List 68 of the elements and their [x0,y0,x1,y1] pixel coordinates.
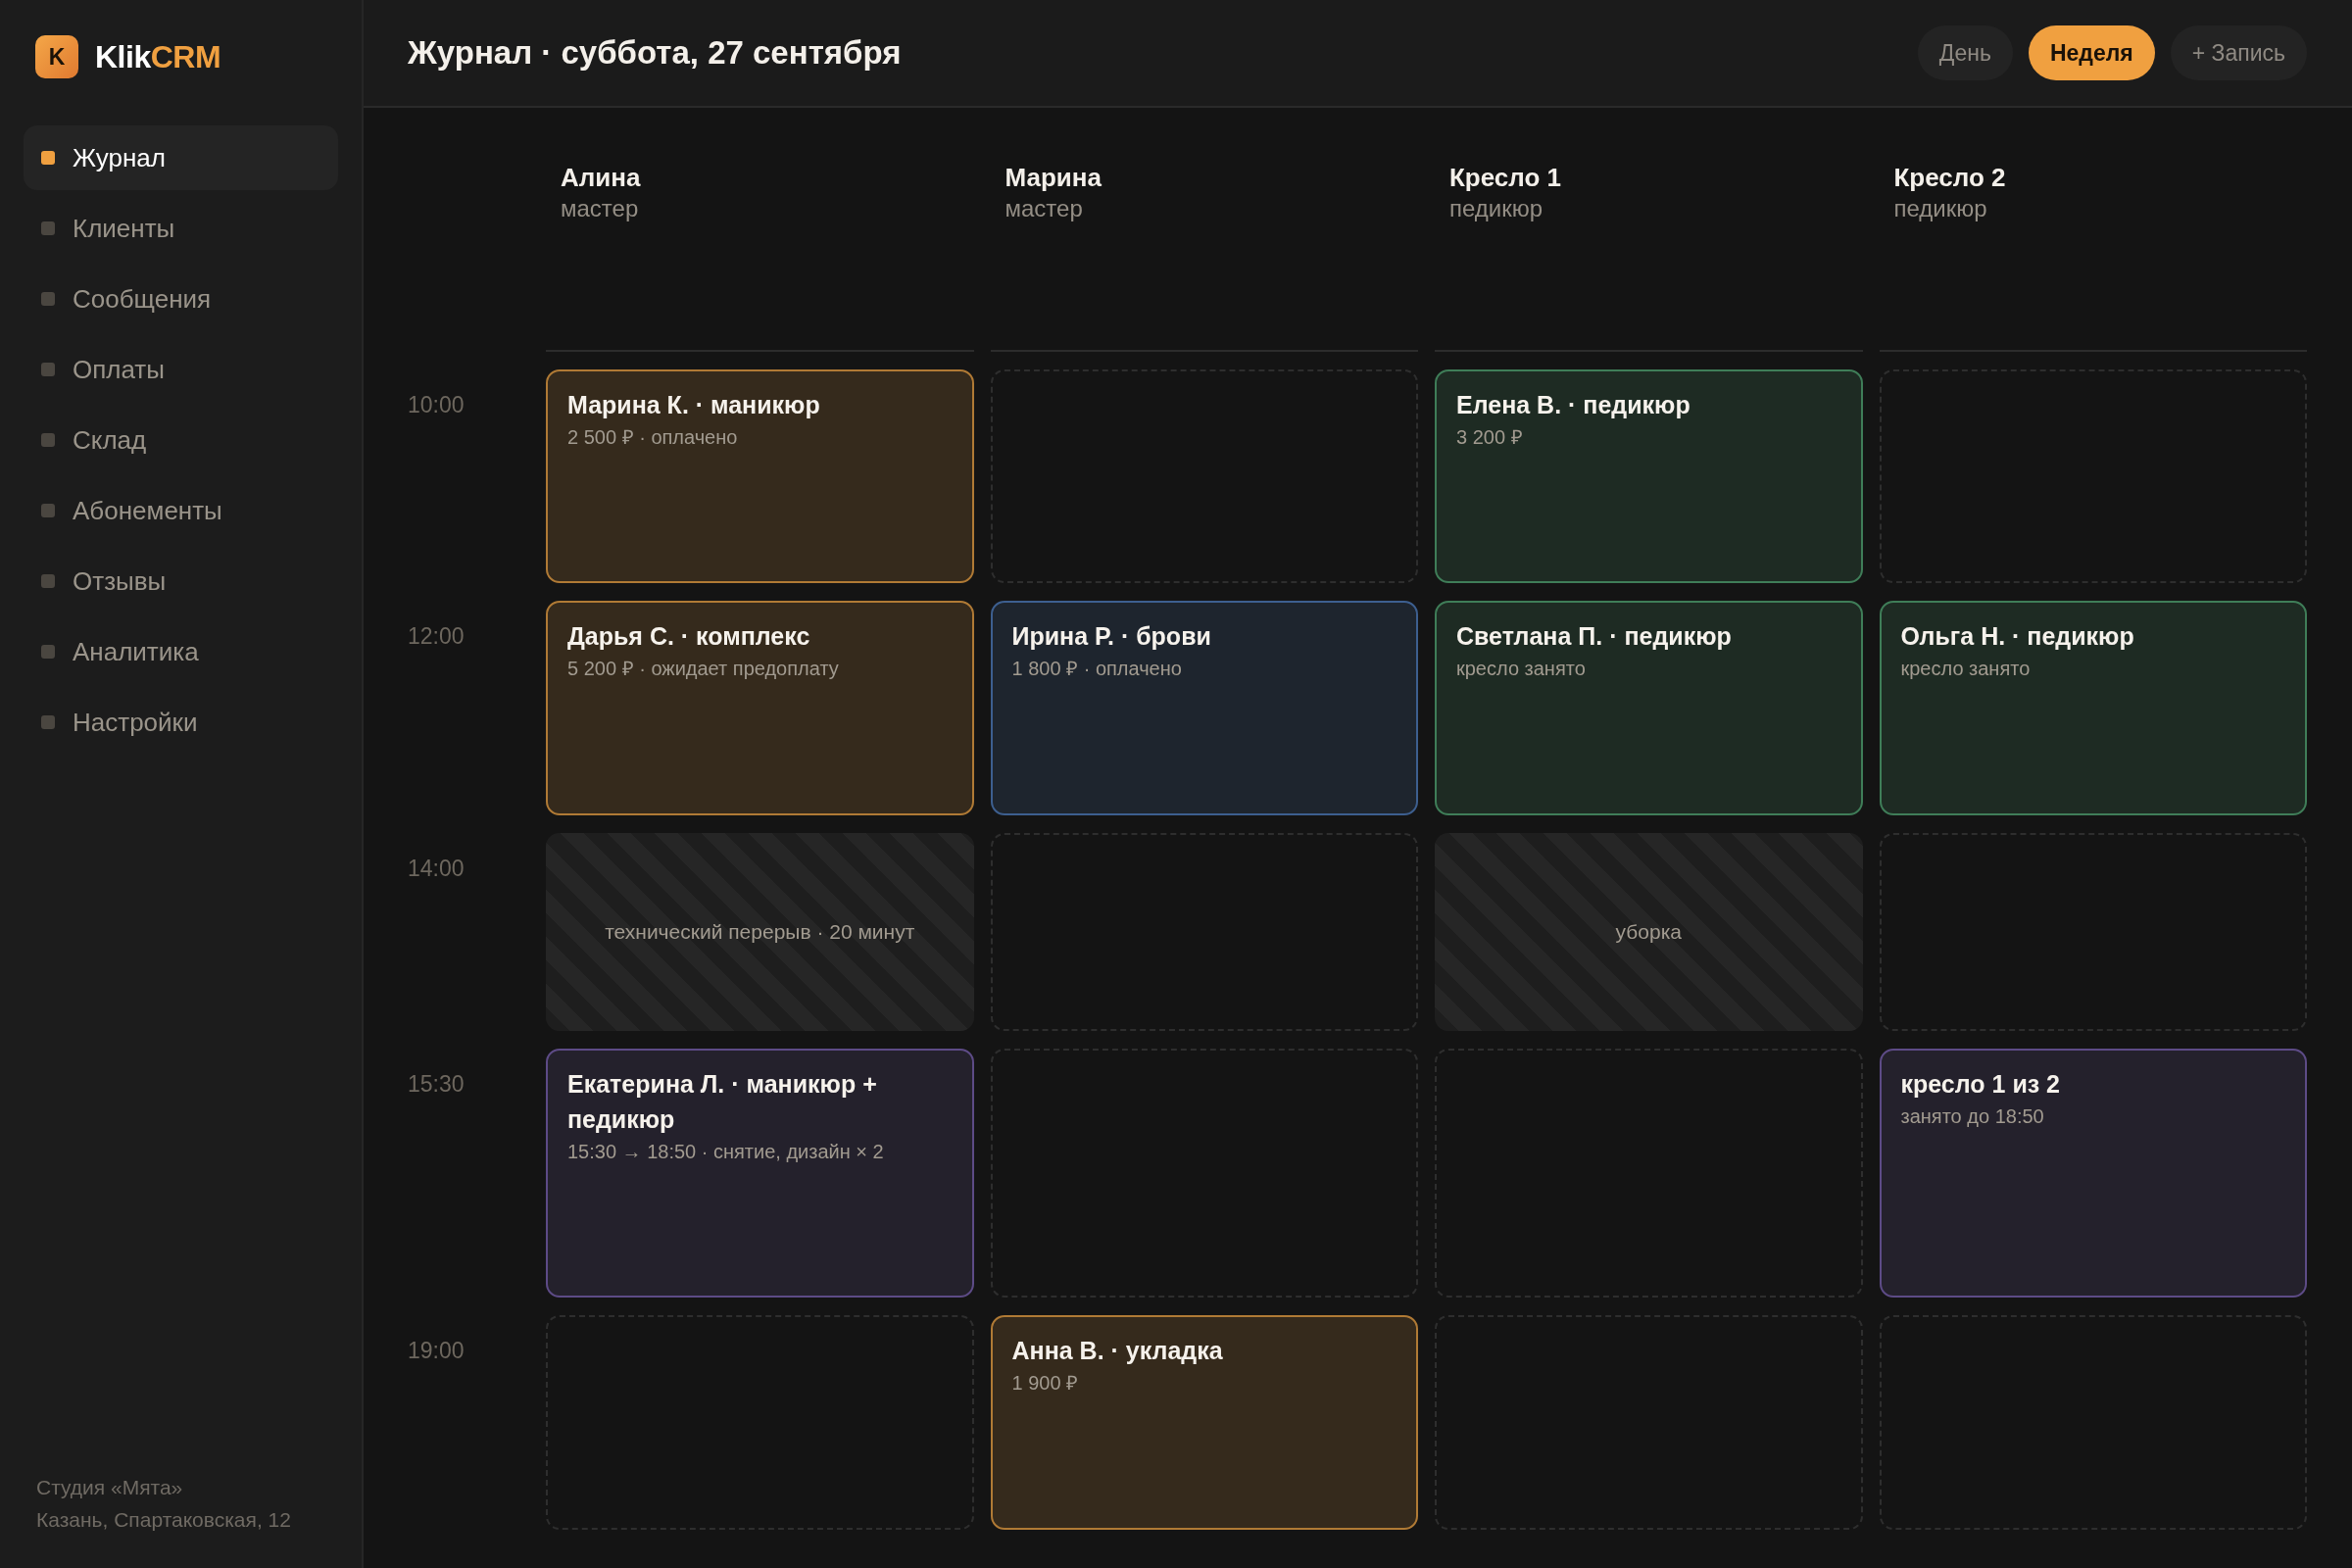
booking-card[interactable]: Анна В. · укладка 1 900 ₽ [990,1315,1418,1530]
empty-slot[interactable] [546,1315,974,1530]
add-booking-button[interactable]: + Запись [2170,25,2307,80]
booking-title: Елена В. · педикюр [1456,390,1690,420]
column-name: Кресло 2 [1893,163,2006,193]
booking-title: Екатерина Л. · маникюр + педикюр [567,1069,878,1135]
empty-slot[interactable] [990,833,1418,1031]
empty-slot[interactable] [1435,1049,1863,1298]
logo-text: KlikCRM [95,38,221,75]
booking-card[interactable]: Дарья С. · комплекс 5 200 ₽ · ожидает предоплату [546,601,974,815]
booking-detail: кресло занято [1456,657,1586,681]
booking-title: Марина К. · маникюр [567,390,820,420]
blocked-slot-label: технический перерыв · 20 минут [605,920,915,944]
empty-slot[interactable] [990,369,1418,583]
column-name: Марина [1004,163,1102,193]
booking-detail: 5 200 ₽ · ожидает предоплату [567,657,839,681]
column-role: мастер [1004,194,1083,223]
nav-item[interactable]: Отзывы [24,549,338,613]
empty-slot[interactable] [1879,1315,2307,1530]
column-role: мастер [561,194,639,223]
nav-item[interactable]: Клиенты [24,196,338,261]
booking-detail: кресло занято [1900,657,2031,681]
booking-detail: 1 800 ₽ · оплачено [1011,657,1182,681]
nav-item[interactable]: Аналитика [24,619,338,684]
booking-title: Светлана П. · педикюр [1456,621,1732,652]
nav-item[interactable]: Абонементы [24,478,338,543]
nav-item[interactable]: Журнал [24,125,338,190]
nav-item[interactable]: Настройки [24,690,338,755]
empty-slot[interactable] [1435,1315,1863,1530]
booking-card[interactable]: Ирина Р. · брови 1 800 ₽ · оплачено [990,601,1418,815]
time-label: 10:00 [408,392,465,417]
column-role: педикюр [1449,194,1544,223]
logo-mark: K [35,35,78,78]
view-tab[interactable]: День [1917,25,2013,80]
blocked-slot-label: уборка [1615,920,1682,944]
time-label: 15:30 [408,1071,465,1097]
empty-slot[interactable] [990,1049,1418,1298]
booking-detail: 15:30 → 18:50 · снятие, дизайн × 2 [567,1140,884,1164]
booking-title: Ольга Н. · педикюр [1900,621,2134,652]
column-role: педикюр [1893,194,1987,223]
time-label: 12:00 [408,623,465,649]
booking-card[interactable]: Елена В. · педикюр 3 200 ₽ [1435,369,1863,583]
nav-item[interactable]: Сообщения [24,267,338,331]
booking-card[interactable]: кресло 1 из 2 занято до 18:50 [1879,1049,2307,1298]
empty-slot[interactable] [1879,369,2307,583]
studio-name: Студия «Мята» [36,1475,184,1500]
booking-title: Дарья С. · комплекс [567,621,810,652]
booking-detail: 2 500 ₽ · оплачено [567,425,738,450]
booking-detail: занято до 18:50 [1900,1104,2044,1129]
page-title: Журнал · суббота, 27 сентября [408,34,902,72]
nav-item[interactable]: Оплаты [24,337,338,402]
booking-detail: 3 200 ₽ [1456,425,1523,450]
view-tab[interactable]: Неделя [2028,25,2155,80]
nav-item[interactable]: Склад [24,408,338,472]
booking-detail: 1 900 ₽ [1011,1371,1079,1396]
booking-title: Анна В. · укладка [1011,1336,1223,1366]
booking-card[interactable]: Марина К. · маникюр 2 500 ₽ · оплачено [546,369,974,583]
column-name: Алина [561,163,641,193]
time-label: 14:00 [408,856,465,881]
time-label: 19:00 [408,1338,465,1363]
booking-card[interactable]: Екатерина Л. · маникюр + педикюр 15:30 → 18:50 · снятие, дизайн × 2 [546,1049,974,1298]
booking-title: Ирина Р. · брови [1011,621,1211,652]
column-name: Кресло 1 [1449,163,1562,193]
booking-card[interactable]: Светлана П. · педикюр кресло занято [1435,601,1863,815]
empty-slot[interactable] [1879,833,2307,1031]
booking-title: кресло 1 из 2 [1900,1069,2061,1100]
studio-address: Казань, Спартаковская, 12 [36,1507,292,1533]
booking-card[interactable]: Ольга Н. · педикюр кресло занято [1879,601,2307,815]
